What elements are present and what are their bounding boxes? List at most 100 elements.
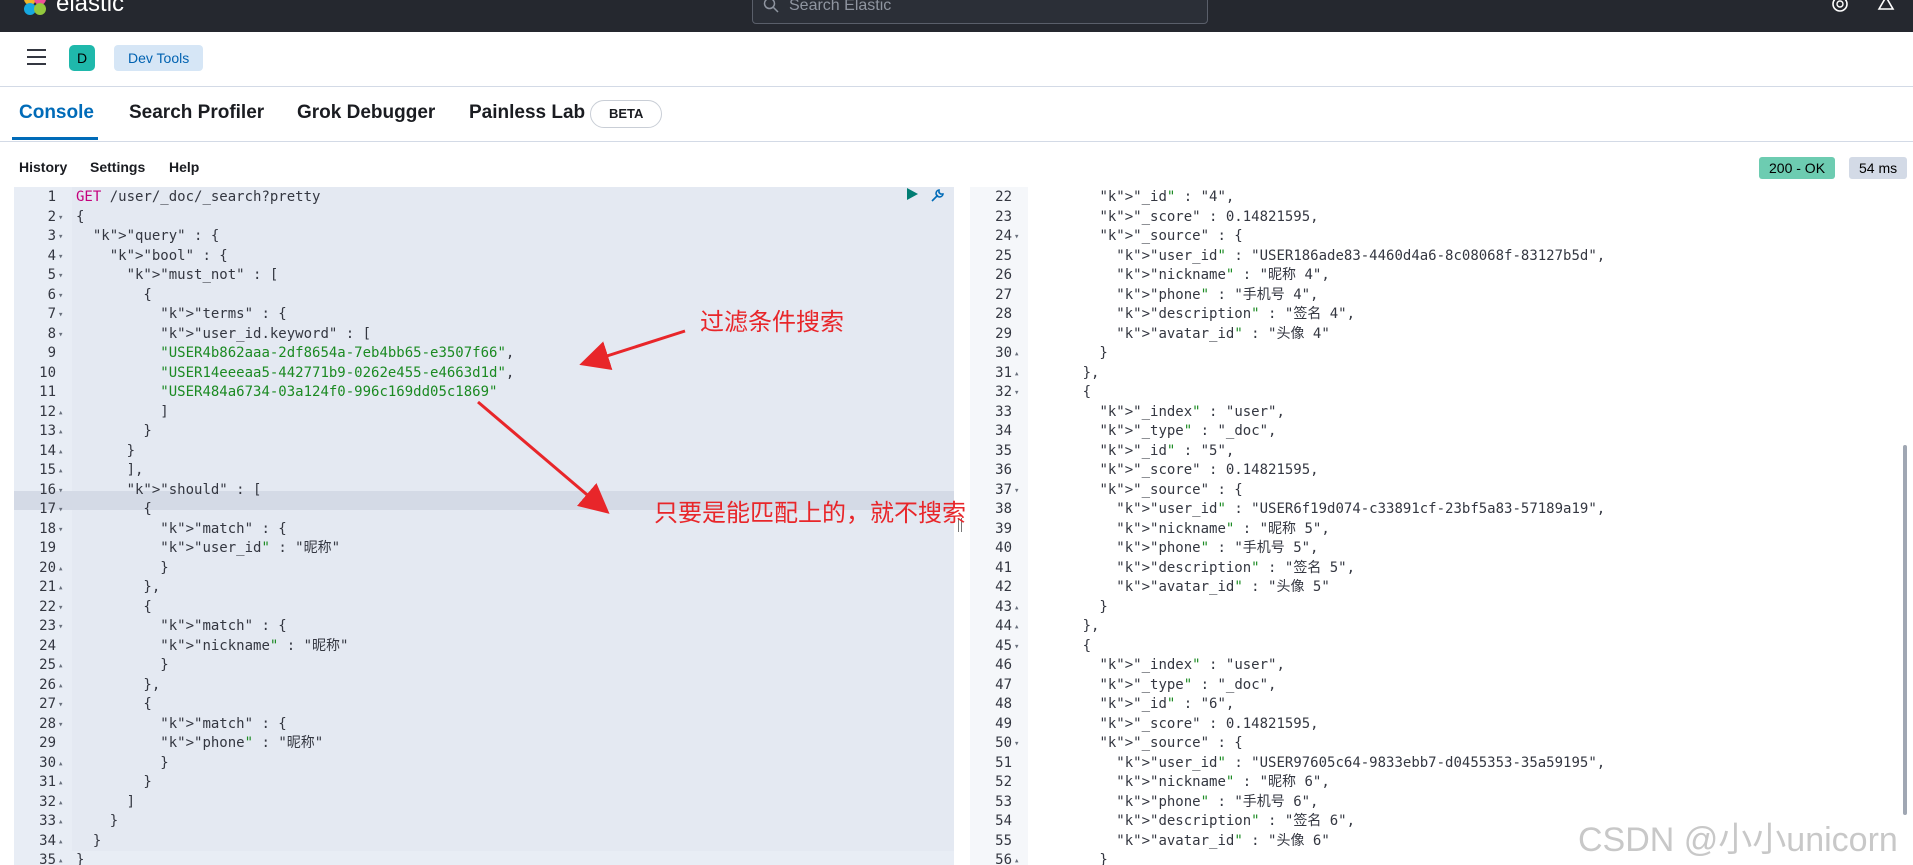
fold-toggle-icon[interactable]: ▴ — [1014, 599, 1019, 618]
status-badge: 200 - OK — [1759, 157, 1836, 179]
line-number: 33 — [39, 813, 56, 829]
line-number: 2 — [47, 208, 56, 225]
fold-toggle-icon[interactable]: ▴ — [58, 794, 63, 813]
fold-toggle-icon[interactable]: ▴ — [1014, 618, 1019, 637]
fold-toggle-icon[interactable]: ▴ — [58, 813, 63, 832]
tab-console[interactable]: Console — [19, 102, 94, 124]
fold-toggle-icon[interactable]: ▴ — [58, 755, 63, 774]
code-text: "k">"_score" : 0.14821595, — [1099, 715, 1319, 732]
fold-toggle-icon[interactable]: ▾ — [1014, 482, 1019, 501]
fold-toggle-icon[interactable]: ▾ — [58, 482, 63, 501]
settings-link[interactable]: Settings — [90, 159, 145, 175]
code-text: "k">"description" : "签名 5", — [1116, 559, 1356, 576]
global-search-input[interactable]: Search Elastic — [752, 0, 1208, 24]
fold-toggle-icon[interactable]: ▾ — [58, 267, 63, 286]
line-number: 16 — [39, 481, 56, 498]
line-number: 22 — [39, 598, 56, 615]
fold-toggle-icon[interactable]: ▾ — [58, 521, 63, 540]
line-number: 19 — [39, 540, 56, 556]
fold-toggle-icon[interactable]: ▴ — [58, 404, 63, 423]
code-text: "k">"_type" : "_doc", — [1099, 676, 1277, 693]
fold-toggle-icon[interactable]: ▴ — [58, 579, 63, 598]
fold-toggle-icon[interactable]: ▴ — [1014, 345, 1019, 364]
code-text: "k">"_source" : { — [1099, 228, 1243, 244]
code-text: "k">"phone" : "手机号 6", — [1116, 793, 1319, 810]
fold-toggle-icon[interactable]: ▾ — [58, 326, 63, 345]
fold-toggle-icon[interactable]: ▴ — [58, 423, 63, 442]
line-number: 30 — [995, 345, 1012, 361]
line-number: 35 — [995, 442, 1012, 459]
menu-toggle-button[interactable] — [27, 49, 46, 65]
code-text: { — [76, 501, 152, 517]
code-text: } — [1032, 345, 1108, 361]
line-number: 36 — [995, 462, 1012, 478]
code-text: "k">"avatar_id" : "头像 6" — [1116, 832, 1330, 849]
help-icon[interactable] — [1830, 0, 1850, 14]
fold-toggle-icon[interactable]: ▾ — [58, 501, 63, 520]
fold-toggle-icon[interactable]: ▴ — [58, 774, 63, 793]
fold-toggle-icon[interactable]: ▴ — [58, 560, 63, 579]
breadcrumb[interactable]: Dev Tools — [114, 45, 204, 71]
line-number: 23 — [39, 618, 56, 634]
line-number: 28 — [39, 715, 56, 732]
fold-toggle-icon[interactable]: ▾ — [58, 248, 63, 267]
code-text: "k">"match" : { — [160, 715, 287, 732]
code-text: "k">"query" : { — [92, 228, 220, 244]
response-scrollbar[interactable] — [1903, 445, 1907, 815]
elastic-logo[interactable]: elastic — [22, 0, 124, 18]
fold-toggle-icon[interactable]: ▾ — [58, 599, 63, 618]
fold-toggle-icon[interactable]: ▾ — [58, 209, 63, 228]
tab-search-profiler[interactable]: Search Profiler — [129, 102, 264, 124]
fold-toggle-icon[interactable]: ▴ — [58, 852, 63, 865]
send-request-icon[interactable] — [905, 187, 919, 201]
code-text: "k">"match" : { — [160, 618, 287, 634]
line-number: 27 — [39, 696, 56, 712]
tab-painless-lab[interactable]: Painless Lab — [469, 102, 585, 124]
history-link[interactable]: History — [19, 159, 67, 175]
fold-toggle-icon[interactable]: ▾ — [1014, 384, 1019, 403]
line-number: 49 — [995, 715, 1012, 732]
line-number: 4 — [47, 247, 56, 264]
fold-toggle-icon[interactable]: ▾ — [58, 618, 63, 637]
fold-toggle-icon[interactable]: ▴ — [58, 462, 63, 481]
code-text: } — [76, 442, 136, 459]
response-viewer[interactable]: 22 "k">"_id" : "4", 23 "k">"_score" : 0.1… — [970, 187, 1913, 865]
code-text: "k">"user_id.keyword" : [ — [160, 325, 372, 342]
fold-toggle-icon[interactable]: ▴ — [1014, 852, 1019, 865]
code-text: "k">"nickname" : "昵称 4", — [1116, 267, 1330, 283]
fold-toggle-icon[interactable]: ▾ — [58, 696, 63, 715]
help-link[interactable]: Help — [169, 159, 199, 175]
wrench-icon[interactable] — [928, 187, 946, 205]
fold-toggle-icon[interactable]: ▴ — [1014, 365, 1019, 384]
code-text: "k">"avatar_id" : "头像 5" — [1116, 579, 1330, 595]
search-icon — [763, 0, 779, 13]
fold-toggle-icon[interactable]: ▾ — [58, 287, 63, 306]
fold-toggle-icon[interactable]: ▴ — [58, 677, 63, 696]
line-number: 25 — [39, 657, 56, 673]
fold-toggle-icon[interactable]: ▴ — [58, 443, 63, 462]
line-number: 26 — [39, 676, 56, 693]
fold-toggle-icon[interactable]: ▾ — [58, 306, 63, 325]
code-text: } — [76, 559, 169, 576]
line-number: 47 — [995, 676, 1012, 693]
space-avatar[interactable]: D — [69, 45, 95, 71]
fold-toggle-icon[interactable]: ▴ — [58, 657, 63, 676]
fold-toggle-icon[interactable]: ▾ — [58, 228, 63, 247]
fold-toggle-icon[interactable]: ▾ — [1014, 735, 1019, 754]
beta-badge: BETA — [590, 100, 663, 128]
fold-toggle-icon[interactable]: ▾ — [58, 716, 63, 735]
elastic-logo-icon — [24, 0, 46, 15]
fold-toggle-icon[interactable]: ▴ — [58, 833, 63, 852]
newsfeed-icon[interactable] — [1876, 0, 1896, 14]
line-number: 38 — [995, 501, 1012, 517]
line-number: 12 — [39, 403, 56, 420]
line-number: 6 — [47, 286, 56, 303]
line-number: 15 — [39, 462, 56, 478]
tab-grok-debugger[interactable]: Grok Debugger — [297, 102, 435, 124]
code-text: GET /user/_doc/_search?pretty — [76, 189, 321, 205]
fold-toggle-icon[interactable]: ▾ — [1014, 228, 1019, 247]
line-number: 17 — [39, 501, 56, 517]
fold-toggle-icon[interactable]: ▾ — [1014, 638, 1019, 657]
line-number: 41 — [995, 559, 1012, 576]
code-text: ], — [76, 462, 144, 478]
